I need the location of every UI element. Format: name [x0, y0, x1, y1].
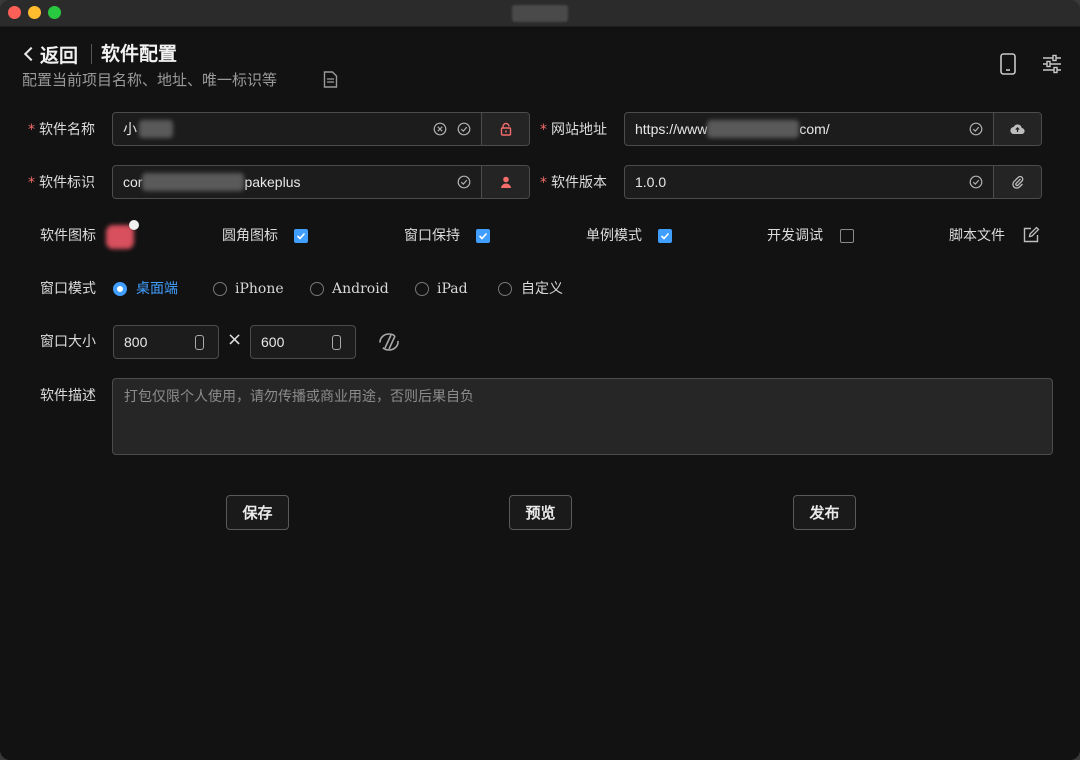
- check-circle-icon: [457, 122, 471, 136]
- cloud-upload-button[interactable]: [993, 113, 1041, 145]
- radio-iphone-label[interactable]: iPhone: [235, 279, 284, 299]
- back-button[interactable]: 返回: [22, 41, 78, 67]
- name-redacted: [139, 120, 173, 138]
- header-divider: [91, 44, 92, 64]
- name-label: * 软件名称: [28, 122, 95, 138]
- window-mode-label: 窗口模式: [40, 281, 96, 297]
- check-circle-icon: [969, 175, 983, 189]
- page-subtitle: 配置当前项目名称、地址、唯一标识等: [22, 71, 278, 89]
- id-redacted: [142, 173, 245, 191]
- chevron-left-icon: [23, 46, 39, 62]
- radio-custom-label[interactable]: 自定义: [521, 279, 563, 299]
- rounded-icon-checkbox[interactable]: [294, 229, 308, 243]
- required-mark: *: [28, 122, 35, 138]
- publish-button[interactable]: 发布: [793, 495, 856, 530]
- url-redacted: [707, 120, 800, 138]
- rounded-icon-label: 圆角图标: [222, 228, 278, 244]
- url-input-group: https://www com/: [624, 112, 1042, 146]
- swap-icon[interactable]: [377, 331, 401, 353]
- radio-desktop-label[interactable]: 桌面端: [136, 279, 178, 299]
- version-input-group: 1.0.0: [624, 165, 1042, 199]
- name-input[interactable]: 小: [113, 113, 481, 145]
- single-mode-checkbox[interactable]: [658, 229, 672, 243]
- checkmark-icon: [660, 232, 670, 240]
- script-file-label: 脚本文件: [949, 228, 1005, 244]
- version-label: * 软件版本: [540, 175, 607, 191]
- preview-button[interactable]: 预览: [509, 495, 572, 530]
- mobile-icon[interactable]: [996, 52, 1020, 76]
- window-width-input[interactable]: 800: [113, 325, 219, 359]
- size-separator: ×: [227, 329, 243, 350]
- minimize-window-button[interactable]: [28, 6, 41, 19]
- check-circle-icon: [457, 175, 471, 189]
- clear-icon[interactable]: [433, 122, 447, 136]
- radio-iphone[interactable]: [213, 282, 227, 296]
- page-title: 软件配置: [101, 43, 178, 65]
- app-icon-preview[interactable]: [106, 220, 139, 250]
- dev-debug-label: 开发调试: [767, 228, 823, 244]
- back-label: 返回: [40, 44, 79, 67]
- attachment-button[interactable]: [993, 166, 1041, 198]
- save-button[interactable]: 保存: [226, 495, 289, 530]
- user-button[interactable]: [481, 166, 529, 198]
- radio-android[interactable]: [310, 282, 324, 296]
- id-input[interactable]: cor pakeplus: [113, 166, 481, 198]
- spinner-icon[interactable]: [332, 335, 341, 350]
- required-mark: *: [28, 175, 35, 191]
- check-circle-icon: [969, 122, 983, 136]
- settings-sliders-icon[interactable]: [1040, 52, 1064, 76]
- checkmark-icon: [478, 232, 488, 240]
- icon-label: 软件图标: [40, 228, 96, 244]
- radio-desktop[interactable]: [113, 282, 127, 296]
- user-icon: [500, 176, 511, 188]
- edit-icon[interactable]: [1022, 226, 1040, 244]
- window-height-input[interactable]: 600: [250, 325, 356, 359]
- description-textarea[interactable]: 打包仅限个人使用，请勿传播或商业用途，否则后果自负: [112, 378, 1053, 455]
- app-window: 返回 软件配置 配置当前项目名称、地址、唯一标识等 * 软件名称 小 * 网站地…: [0, 0, 1080, 760]
- window-title-blurred: [512, 5, 568, 22]
- id-label: * 软件标识: [28, 175, 95, 191]
- description-label: 软件描述: [40, 388, 96, 404]
- single-mode-label: 单例模式: [586, 228, 642, 244]
- document-icon[interactable]: [323, 71, 338, 88]
- dev-debug-checkbox[interactable]: [840, 229, 854, 243]
- lock-icon: [500, 122, 511, 136]
- window-keep-label: 窗口保持: [404, 228, 460, 244]
- required-mark: *: [540, 122, 547, 138]
- window-keep-checkbox[interactable]: [476, 229, 490, 243]
- maximize-window-button[interactable]: [48, 6, 61, 19]
- window-size-label: 窗口大小: [40, 334, 96, 350]
- close-window-button[interactable]: [8, 6, 21, 19]
- radio-ipad[interactable]: [415, 282, 429, 296]
- spinner-icon[interactable]: [195, 335, 204, 350]
- paperclip-icon: [1011, 175, 1023, 189]
- radio-android-label[interactable]: Android: [332, 279, 389, 299]
- id-input-group: cor pakeplus: [112, 165, 530, 199]
- cloud-upload-icon: [1010, 124, 1025, 135]
- url-input[interactable]: https://www com/: [625, 113, 993, 145]
- lock-button[interactable]: [481, 113, 529, 145]
- checkmark-icon: [296, 232, 306, 240]
- name-input-group: 小: [112, 112, 530, 146]
- radio-ipad-label[interactable]: iPad: [437, 279, 468, 299]
- version-input[interactable]: 1.0.0: [625, 166, 993, 198]
- required-mark: *: [540, 175, 547, 191]
- title-bar: [0, 0, 1080, 27]
- url-label: * 网站地址: [540, 122, 607, 138]
- radio-custom[interactable]: [498, 282, 512, 296]
